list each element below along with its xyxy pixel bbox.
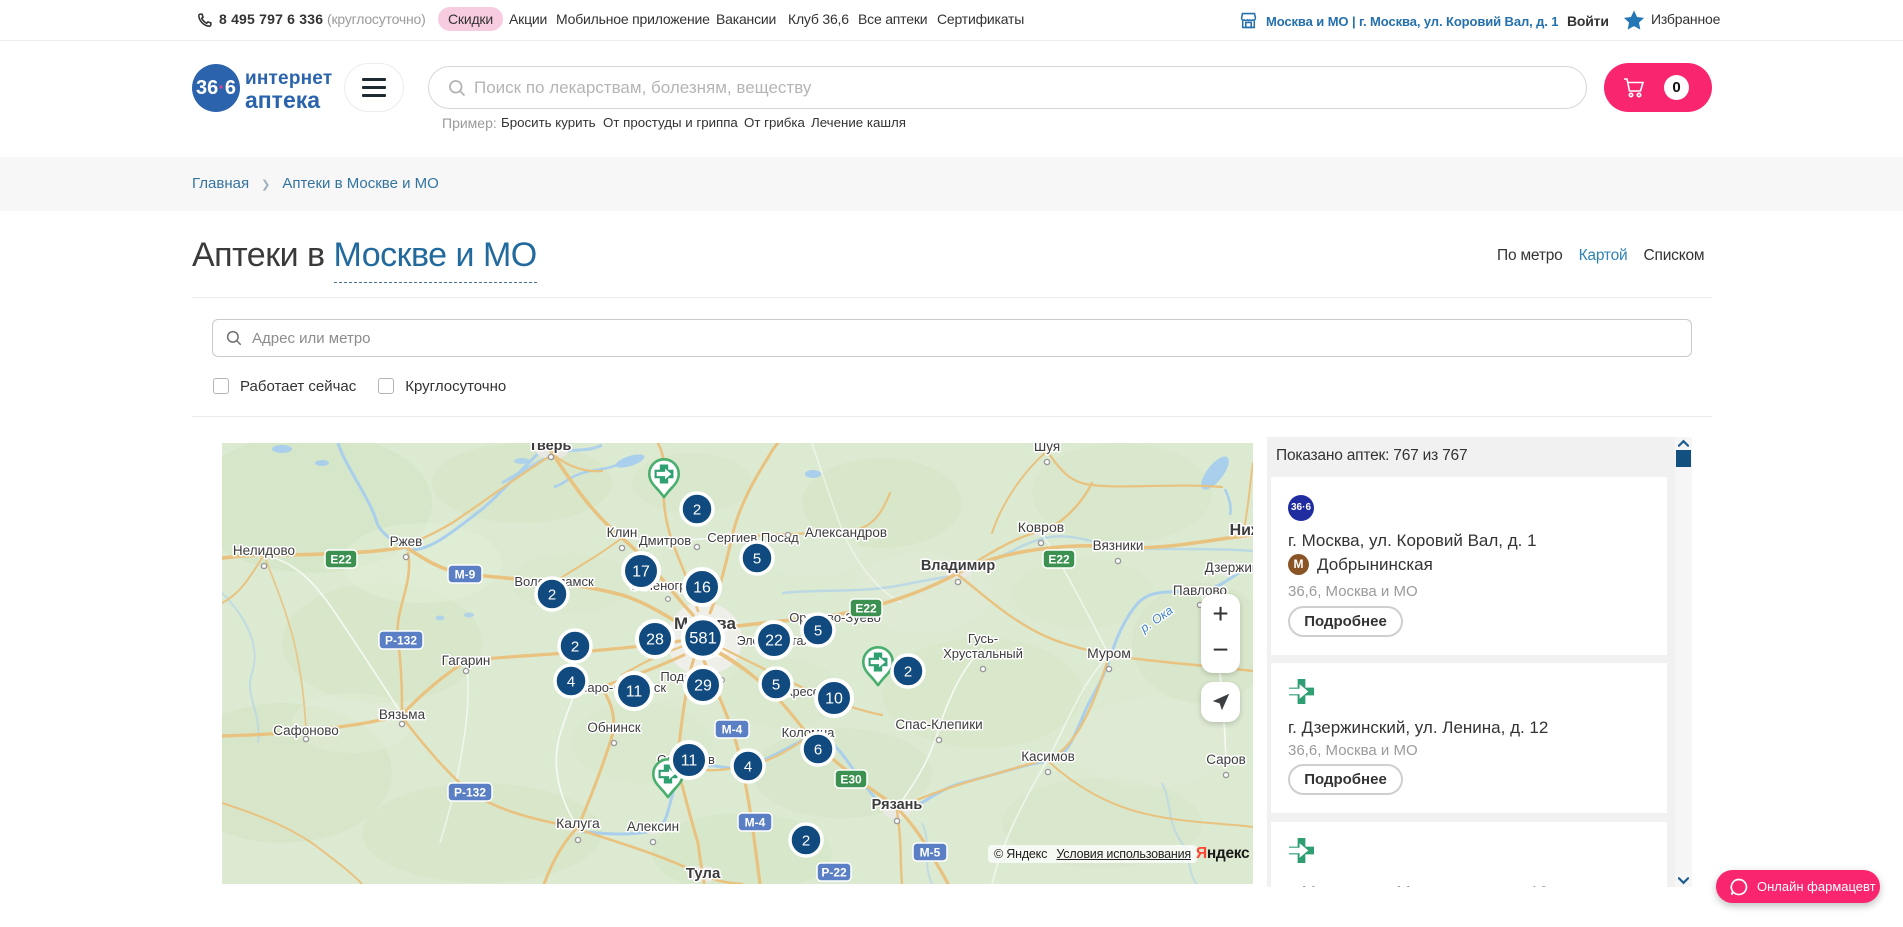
- svg-text:22: 22: [765, 633, 783, 650]
- svg-text:11: 11: [626, 684, 643, 701]
- svg-text:Клин: Клин: [607, 525, 638, 540]
- svg-text:Спас-Клепики: Спас-Клепики: [895, 717, 982, 732]
- svg-text:6: 6: [814, 742, 822, 759]
- svg-text:11: 11: [681, 753, 698, 770]
- svg-text:Владимир: Владимир: [921, 558, 996, 574]
- svg-text:Саров: Саров: [1206, 752, 1246, 767]
- svg-text:E30: E30: [840, 773, 862, 787]
- svg-text:4: 4: [744, 759, 752, 776]
- svg-text:17: 17: [632, 564, 650, 581]
- svg-text:М-4: М-4: [745, 816, 766, 830]
- svg-text:E22: E22: [330, 553, 352, 567]
- svg-text:М-5: М-5: [920, 846, 941, 860]
- svg-text:М-4: М-4: [722, 723, 743, 737]
- svg-text:Гусь-: Гусь-: [968, 631, 998, 646]
- svg-text:E22: E22: [1048, 553, 1070, 567]
- svg-text:Нелидово: Нелидово: [233, 543, 295, 558]
- svg-text:Дзержин: Дзержин: [1205, 560, 1253, 575]
- svg-text:Обнинск: Обнинск: [587, 720, 640, 735]
- svg-text:Хрустальный: Хрустальный: [943, 646, 1023, 661]
- svg-text:29: 29: [694, 678, 712, 695]
- svg-text:10: 10: [825, 691, 843, 708]
- svg-text:Тула: Тула: [686, 865, 721, 882]
- svg-text:Гагарин: Гагарин: [442, 653, 491, 668]
- svg-text:28: 28: [646, 632, 664, 649]
- svg-text:2: 2: [548, 587, 556, 604]
- svg-text:Дмитров: Дмитров: [639, 533, 691, 548]
- svg-text:2: 2: [693, 502, 701, 519]
- svg-text:Рязань: Рязань: [872, 797, 923, 813]
- svg-text:Муром: Муром: [1087, 645, 1131, 661]
- svg-text:E22: E22: [855, 602, 877, 616]
- svg-text:М-9: М-9: [455, 568, 476, 582]
- svg-text:Ниж: Ниж: [1230, 522, 1253, 539]
- svg-text:Касимов: Касимов: [1021, 749, 1075, 764]
- svg-text:581: 581: [689, 630, 717, 648]
- svg-text:5: 5: [753, 551, 761, 568]
- svg-text:Калуга: Калуга: [556, 815, 600, 831]
- svg-text:Ржев: Ржев: [390, 534, 423, 549]
- svg-text:5: 5: [772, 677, 780, 694]
- svg-text:Р-22: Р-22: [821, 866, 847, 880]
- svg-text:Шуя: Шуя: [1034, 443, 1060, 454]
- svg-text:Р-132: Р-132: [454, 786, 486, 800]
- svg-text:Александров: Александров: [805, 525, 887, 540]
- svg-text:16: 16: [693, 580, 711, 597]
- svg-text:Р-132: Р-132: [385, 634, 417, 648]
- svg-text:Алексин: Алексин: [627, 819, 679, 834]
- svg-text:Тверь: Тверь: [529, 443, 572, 454]
- svg-text:Вязьма: Вязьма: [379, 707, 426, 722]
- svg-text:2: 2: [571, 639, 579, 656]
- svg-text:2: 2: [904, 664, 912, 681]
- svg-text:Ковров: Ковров: [1018, 519, 1064, 535]
- svg-text:Вязники: Вязники: [1093, 538, 1144, 553]
- svg-text:5: 5: [814, 623, 822, 640]
- svg-text:4: 4: [567, 674, 575, 691]
- svg-text:2: 2: [802, 833, 810, 850]
